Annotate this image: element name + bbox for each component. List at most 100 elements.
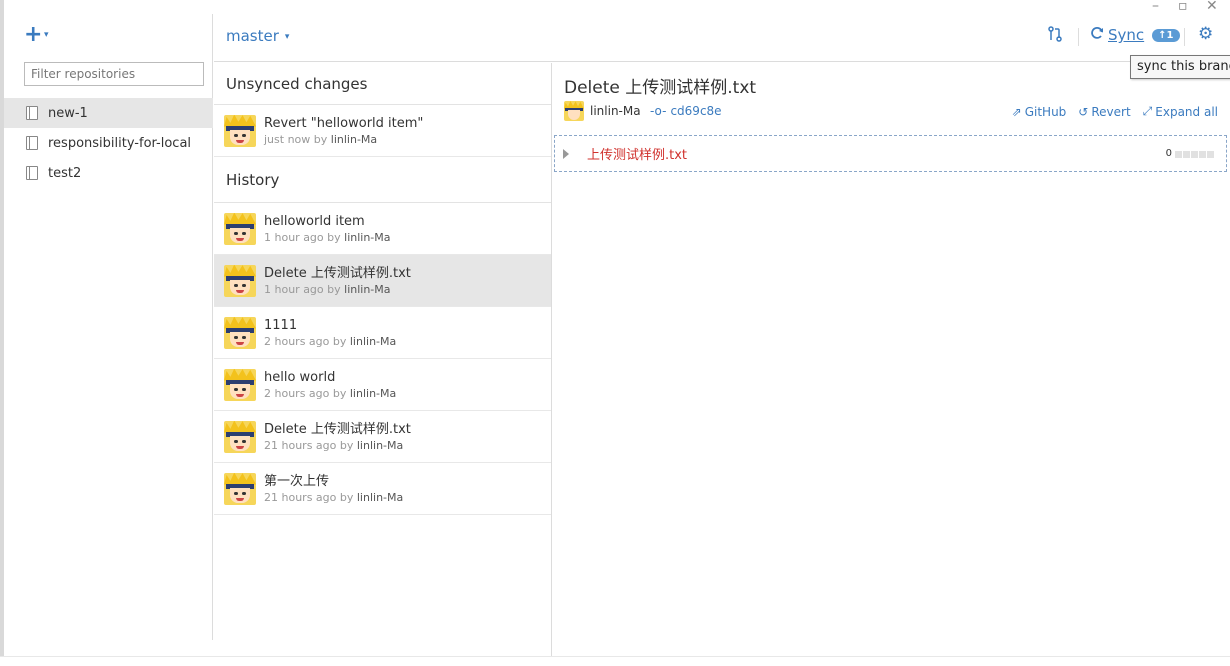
view-on-github-button[interactable]: ⇗ GitHub bbox=[1012, 104, 1067, 119]
expand-arrow-icon[interactable] bbox=[563, 148, 569, 159]
commit-actions: ⇗ GitHub ↺ Revert ⤢ Expand all bbox=[1012, 104, 1218, 119]
commit-message: 第一次上传 bbox=[264, 473, 330, 489]
window-bottom-edge bbox=[0, 656, 1230, 666]
commit-author: linlin-Ma bbox=[344, 282, 391, 296]
repo-name: responsibility-for-local bbox=[48, 135, 192, 151]
branch-name: master bbox=[226, 27, 279, 45]
commit-row[interactable]: Delete 上传测试样例.txt 21 hours ago by linlin-… bbox=[214, 411, 551, 463]
avatar bbox=[224, 472, 256, 505]
commit-meta: just now by linlin-Ma bbox=[264, 132, 423, 147]
commit-meta: 21 hours ago by linlin-Ma bbox=[264, 490, 403, 505]
repo-name: new-1 bbox=[48, 105, 88, 121]
commit-message: Revert "helloworld item" bbox=[264, 115, 424, 131]
commit-message: hello world bbox=[264, 369, 336, 385]
commit-row[interactable]: 1111 2 hours ago by linlin-Ma bbox=[214, 307, 551, 359]
by-label: by bbox=[327, 230, 341, 244]
expand-icon: ⤢ bbox=[1142, 104, 1153, 118]
commit-time: 1 hour ago bbox=[264, 230, 324, 244]
commit-author: linlin-Ma bbox=[356, 438, 404, 452]
branch-selector[interactable]: master ▾ bbox=[226, 27, 289, 45]
commit-author: linlin-Ma bbox=[356, 490, 404, 504]
sync-button[interactable]: Sync ↑1 bbox=[1090, 26, 1180, 44]
add-repository-button[interactable]: + bbox=[24, 24, 42, 46]
commit-row[interactable]: 第一次上传 21 hours ago by linlin-Ma bbox=[214, 463, 551, 515]
toolbar-divider bbox=[1078, 28, 1079, 46]
revert-button[interactable]: ↺ Revert bbox=[1078, 104, 1130, 119]
sync-icon bbox=[1090, 26, 1104, 44]
by-label: by bbox=[339, 490, 354, 504]
repository-sidebar: + ▾ new-1 responsibility-for-local test2 bbox=[4, 14, 213, 640]
by-label: by bbox=[339, 438, 354, 452]
repo-icon bbox=[26, 136, 38, 150]
history-heading: History bbox=[214, 157, 551, 203]
repo-item[interactable]: test2 bbox=[4, 158, 213, 188]
close-icon[interactable]: ✕ bbox=[1206, 0, 1218, 14]
changed-file-row[interactable]: 上传测试样例.txt 0 bbox=[554, 135, 1227, 172]
repo-item[interactable]: responsibility-for-local bbox=[4, 128, 213, 158]
commit-time: 21 hours ago bbox=[264, 490, 337, 504]
commit-time: just now bbox=[264, 132, 311, 146]
by-label: by bbox=[313, 132, 328, 146]
sync-label: Sync bbox=[1108, 26, 1145, 44]
expand-all-label: Expand all bbox=[1155, 104, 1218, 119]
commit-message: Delete 上传测试样例.txt bbox=[264, 265, 411, 281]
avatar bbox=[224, 420, 256, 453]
commit-meta: 2 hours ago by linlin-Ma bbox=[264, 334, 396, 349]
toolbar-divider bbox=[1184, 28, 1185, 46]
sync-tooltip: sync this branch bbox=[1130, 55, 1230, 79]
commit-sha-link[interactable]: -o-cd69c8e bbox=[650, 104, 722, 118]
commit-author: linlin-Ma bbox=[344, 230, 391, 244]
repo-icon bbox=[26, 166, 38, 180]
commit-message: 1111 bbox=[264, 317, 298, 333]
commit-meta: 21 hours ago by linlin-Ma bbox=[264, 438, 411, 453]
add-caret-icon[interactable]: ▾ bbox=[44, 30, 49, 40]
commit-list: helloworld item 1 hour ago by linlin-Ma De… bbox=[214, 203, 551, 515]
commit-author: linlin-Ma bbox=[349, 334, 397, 348]
commit-time: 1 hour ago bbox=[264, 282, 324, 296]
commit-meta: 2 hours ago by linlin-Ma bbox=[264, 386, 396, 401]
minimize-icon[interactable]: – bbox=[1152, 0, 1159, 14]
diffstat-bar bbox=[1175, 151, 1214, 158]
commit-sha: cd69c8e bbox=[670, 104, 722, 118]
github-label: GitHub bbox=[1024, 104, 1067, 119]
repository-list: new-1 responsibility-for-local test2 bbox=[4, 98, 213, 188]
gear-icon[interactable]: ⚙ bbox=[1198, 24, 1213, 44]
unsynced-list: Revert "helloworld item" just now by linl… bbox=[214, 105, 551, 157]
commit-meta: 1 hour ago by linlin-Ma bbox=[264, 282, 411, 297]
expand-all-button[interactable]: ⤢ Expand all bbox=[1143, 104, 1218, 119]
commit-detail-pane: Delete 上传测试样例.txt linlin-Ma -o-cd69c8e ⇗… bbox=[552, 63, 1230, 656]
commit-time: 2 hours ago bbox=[264, 386, 330, 400]
repo-item[interactable]: new-1 bbox=[4, 98, 213, 128]
commit-time: 21 hours ago bbox=[264, 438, 337, 452]
maximize-icon[interactable]: ▫ bbox=[1178, 0, 1188, 14]
pull-request-icon[interactable] bbox=[1048, 26, 1062, 46]
avatar bbox=[224, 212, 256, 245]
commit-row[interactable]: hello world 2 hours ago by linlin-Ma bbox=[214, 359, 551, 411]
commit-row[interactable]: Revert "helloworld item" just now by linl… bbox=[214, 105, 551, 157]
chevron-down-icon: ▾ bbox=[284, 31, 290, 42]
repo-name: test2 bbox=[48, 165, 82, 181]
toolbar: master ▾ Sync ↑1 ⚙ bbox=[214, 14, 1230, 62]
by-label: by bbox=[332, 386, 347, 400]
commit-row[interactable]: helloworld item 1 hour ago by linlin-Ma bbox=[214, 203, 551, 255]
changed-file-name: 上传测试样例.txt bbox=[587, 148, 688, 163]
filter-repositories-input[interactable] bbox=[24, 62, 204, 86]
commit-row[interactable]: Delete 上传测试样例.txt 1 hour ago by linlin-Ma bbox=[214, 255, 551, 307]
avatar bbox=[224, 114, 256, 147]
unsynced-changes-heading: Unsynced changes bbox=[214, 63, 551, 105]
repo-icon bbox=[26, 106, 38, 120]
commit-author: linlin-Ma bbox=[330, 132, 378, 146]
history-panel: Unsynced changes Revert "helloworld item… bbox=[214, 63, 552, 656]
github-desktop-window: – ▫ ✕ + ▾ new-1 responsibility-for-local t… bbox=[0, 0, 1230, 666]
external-link-icon: ⇗ bbox=[1011, 104, 1022, 119]
commit-time: 2 hours ago bbox=[264, 334, 330, 348]
by-label: by bbox=[327, 282, 341, 296]
commit-author: linlin-Ma bbox=[590, 104, 641, 118]
commit-message: Delete 上传测试样例.txt bbox=[264, 421, 411, 437]
commit-message: helloworld item bbox=[264, 213, 365, 229]
commit-meta: 1 hour ago by linlin-Ma bbox=[264, 230, 391, 245]
avatar bbox=[564, 101, 584, 121]
by-label: by bbox=[332, 334, 347, 348]
commit-icon: -o- bbox=[650, 104, 667, 118]
commit-title: Delete 上传测试样例.txt bbox=[564, 78, 757, 98]
